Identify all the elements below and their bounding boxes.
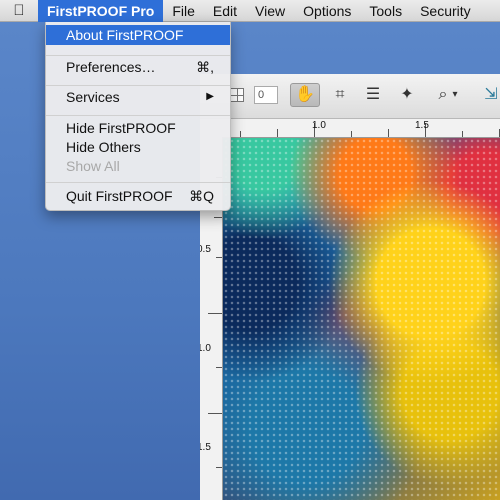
- page-number-field[interactable]: 0: [254, 86, 278, 104]
- ruler-tick: [240, 131, 241, 137]
- ruler-label: 1.0: [200, 343, 211, 354]
- menu-view[interactable]: View: [246, 0, 294, 22]
- grid-icon[interactable]: [230, 88, 244, 102]
- fit-page-icon[interactable]: ⇲: [480, 84, 500, 106]
- ruler-label: 1.0: [312, 120, 326, 131]
- menu-separator: [46, 55, 230, 56]
- ruler-tick: [208, 313, 222, 314]
- menu-tools[interactable]: Tools: [360, 0, 411, 22]
- image-canvas[interactable]: [223, 138, 500, 500]
- menu-item-preferences-label: Preferences…: [66, 59, 156, 75]
- menu-item-services[interactable]: Services ▶: [46, 87, 230, 107]
- menu-item-about[interactable]: About FirstPROOF: [46, 25, 230, 45]
- preferences-shortcut: ⌘,: [196, 59, 214, 75]
- menu-item-services-label: Services: [66, 89, 120, 105]
- page-info-icon[interactable]: ☰: [362, 84, 384, 106]
- ruler-tick: [208, 413, 222, 414]
- menu-separator: [46, 85, 230, 86]
- halftone-overlay: [223, 138, 500, 500]
- ruler-tick: [216, 257, 222, 258]
- menu-item-hide-others[interactable]: Hide Others: [46, 137, 230, 157]
- menu-file[interactable]: File: [163, 0, 204, 22]
- menu-item-hide-app[interactable]: Hide FirstPROOF: [46, 118, 230, 138]
- menu-separator: [46, 182, 230, 183]
- menu-item-quit[interactable]: Quit FirstPROOF ⌘Q: [46, 186, 230, 206]
- zoom-dropdown-icon[interactable]: ▾: [450, 84, 460, 106]
- submenu-arrow-icon: ▶: [206, 91, 214, 102]
- ruler-label: 0.5: [200, 244, 211, 255]
- ruler-tick: [214, 217, 222, 218]
- menu-security[interactable]: Security: [411, 0, 480, 22]
- menu-item-show-all: Show All: [66, 158, 120, 174]
- ruler-horizontal: 1.0 1.5: [200, 119, 500, 138]
- ruler-label: 1.5: [415, 120, 429, 131]
- app-menu-dropdown: About FirstPROOF Preferences… ⌘, Service…: [45, 22, 231, 211]
- ruler-tick: [462, 131, 463, 137]
- ruler-label: 1.5: [200, 442, 211, 453]
- menu-options[interactable]: Options: [294, 0, 360, 22]
- ruler-tick: [216, 367, 222, 368]
- toolbar: 0 ✋ ⌗ ☰ ✦ ⌕ ▾ ⇲: [200, 74, 500, 119]
- hand-tool-button[interactable]: ✋: [290, 83, 320, 107]
- document-window: 0 ✋ ⌗ ☰ ✦ ⌕ ▾ ⇲ 1.0 1.5 0.5 1.0 1.5: [200, 74, 500, 500]
- menu-bar:  FirstPROOF Pro File Edit View Options …: [0, 0, 500, 22]
- apple-icon[interactable]: : [0, 2, 38, 19]
- menu-item-preferences[interactable]: Preferences… ⌘,: [46, 57, 230, 77]
- stamp-icon[interactable]: ✦: [396, 84, 418, 106]
- quit-shortcut: ⌘Q: [189, 188, 214, 204]
- ruler-tick: [388, 129, 389, 137]
- menu-app[interactable]: FirstPROOF Pro: [38, 0, 164, 22]
- ruler-tick: [351, 131, 352, 137]
- ruler-tick: [216, 467, 222, 468]
- crop-marks-icon[interactable]: ⌗: [329, 84, 351, 106]
- menu-edit[interactable]: Edit: [204, 0, 246, 22]
- menu-separator: [46, 115, 230, 116]
- ruler-tick: [277, 129, 278, 137]
- menu-item-quit-label: Quit FirstPROOF: [66, 188, 173, 204]
